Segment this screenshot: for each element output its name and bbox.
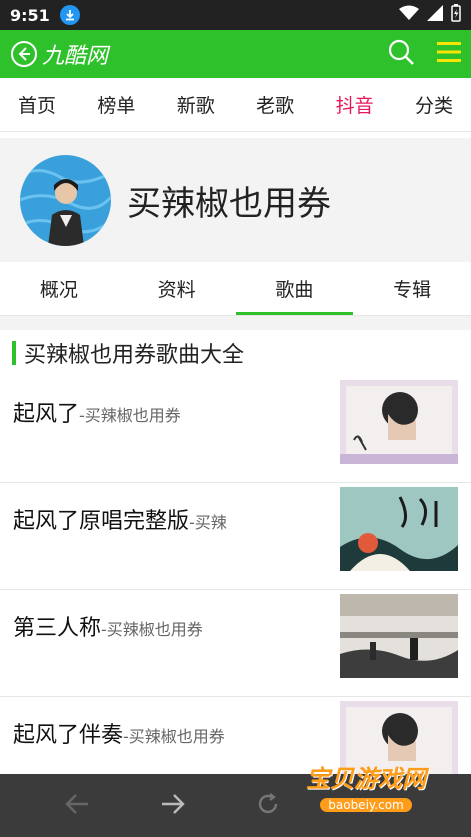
status-time: 9:51 (10, 5, 50, 25)
watermark-logo: 宝贝游戏网 baobeiy.com (291, 759, 441, 829)
tab-albums[interactable]: 专辑 (353, 262, 471, 315)
song-row[interactable]: 起风了原唱完整版-买辣 (0, 483, 471, 590)
song-row[interactable]: 起风了-买辣椒也用券 (0, 376, 471, 483)
song-row[interactable]: 第三人称-买辣椒也用券 (0, 590, 471, 697)
nav-item-categories[interactable]: 分类 (415, 91, 453, 118)
back-arrow-icon[interactable] (64, 793, 90, 819)
song-title: 起风了原唱完整版 (13, 509, 190, 534)
nav-item-douyin[interactable]: 抖音 (336, 91, 374, 118)
back-icon[interactable] (10, 40, 38, 68)
song-title: 起风了 (13, 402, 80, 427)
nav-item-new-songs[interactable]: 新歌 (177, 91, 215, 118)
song-text: 起风了-买辣椒也用券 (13, 376, 334, 428)
section-header: 买辣椒也用券歌曲大全 (0, 330, 471, 376)
app-title[interactable]: 九酷网 (42, 38, 108, 70)
avatar (20, 154, 111, 246)
song-text: 起风了伴奏-买辣椒也用券 (13, 697, 334, 749)
watermark-text: 宝贝游戏网 (306, 765, 426, 793)
download-icon (59, 5, 80, 25)
wifi-icon (399, 5, 419, 25)
section-accent-bar (12, 341, 16, 365)
battery-icon (451, 4, 461, 26)
song-title: 第三人称 (13, 616, 102, 641)
song-text: 起风了原唱完整版-买辣 (13, 483, 334, 535)
signal-icon (427, 5, 443, 25)
song-list: 起风了-买辣椒也用券 起风了原唱完整版-买辣 第三人称-买辣椒也用券 起风了伴奏… (0, 376, 471, 804)
song-cover-image[interactable] (340, 380, 458, 464)
song-text: 第三人称-买辣椒也用券 (13, 590, 334, 642)
artist-name: 买辣椒也用券 (127, 183, 331, 224)
menu-icon[interactable] (437, 41, 461, 67)
section-divider (0, 316, 471, 330)
section-title: 买辣椒也用券歌曲大全 (24, 343, 245, 368)
tab-overview[interactable]: 概况 (0, 262, 118, 315)
song-artist: -买辣椒也用券 (79, 406, 181, 425)
artist-profile: 买辣椒也用券 (0, 138, 471, 262)
search-icon[interactable] (387, 38, 415, 70)
main-nav: 首页 榜单 新歌 老歌 抖音 分类 (0, 78, 471, 132)
song-artist: -买辣椒也用券 (101, 620, 203, 639)
song-cover-image[interactable] (340, 487, 458, 571)
app-header: 九酷网 (0, 30, 471, 78)
nav-item-charts[interactable]: 榜单 (97, 91, 135, 118)
status-bar: 9:51 (0, 0, 471, 30)
song-artist: -买辣椒也用券 (123, 727, 225, 746)
artist-tabs: 概况 资料 歌曲 专辑 (0, 262, 471, 316)
tab-songs[interactable]: 歌曲 (235, 262, 354, 315)
song-artist: -买辣 (189, 513, 227, 532)
watermark-url: baobeiy.com (320, 798, 412, 812)
song-title: 起风了伴奏 (13, 723, 124, 748)
nav-item-old-songs[interactable]: 老歌 (256, 91, 294, 118)
refresh-icon[interactable] (256, 792, 280, 820)
nav-item-home[interactable]: 首页 (18, 91, 56, 118)
song-cover-image[interactable] (340, 594, 458, 678)
forward-arrow-icon[interactable] (160, 793, 186, 819)
tab-info[interactable]: 资料 (118, 262, 236, 315)
